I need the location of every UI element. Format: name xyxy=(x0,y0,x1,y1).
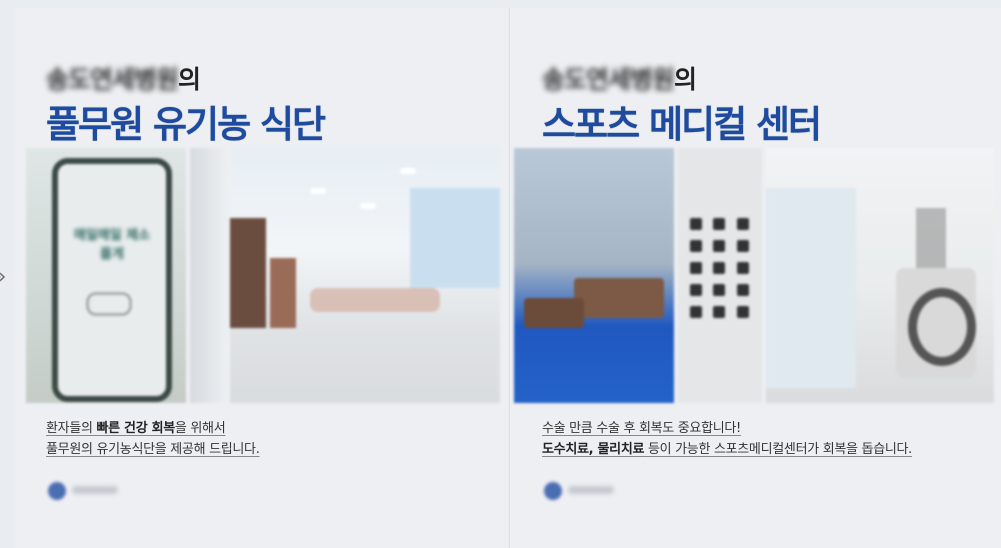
exercise-machine xyxy=(524,298,584,328)
locker-photo xyxy=(678,148,762,403)
shelf xyxy=(230,218,266,328)
ceiling-light xyxy=(360,203,376,209)
phone-photo: 매일매일 제소플게 xyxy=(26,148,186,403)
desc-text: 을 위해서 xyxy=(174,421,226,436)
glass-door xyxy=(766,188,856,388)
desc-bold: 도수치료, 물리치료 xyxy=(542,442,645,457)
subtitle-suffix: 의 xyxy=(674,65,697,94)
hospital-logo-icon xyxy=(544,482,562,500)
prev-arrow-icon[interactable]: » xyxy=(0,266,14,286)
desc-line-2: 도수치료, 물리치료 등이 가능한 스포츠메디컬센터가 회복을 돕습니다. xyxy=(542,439,912,460)
card-sports-medical[interactable]: 송도연세병원의 스포츠 메디컬 센터 수술 만큼 수술 후 회복도 중요합니다!… xyxy=(509,8,1001,548)
therapy-room-photo xyxy=(766,148,994,403)
hospital-name: 송도연세병원 xyxy=(46,65,179,94)
phone-image: 매일매일 제소플게 xyxy=(52,158,172,402)
wall-sign xyxy=(916,208,946,268)
ceiling-light xyxy=(310,188,326,194)
cafeteria-photo xyxy=(190,148,500,403)
card-description: 환자들의 빠른 건강 회복을 위해서 풀무원의 유기농식단을 제공해 드립니다. xyxy=(46,418,260,460)
card-title: 풀무원 유기농 식단 xyxy=(46,103,326,146)
card-description: 수술 만큼 수술 후 회복도 중요합니다! 도수치료, 물리치료 등이 가능한 … xyxy=(542,418,912,460)
phone-text: 매일매일 제소플게 xyxy=(73,228,151,262)
ceiling-light xyxy=(400,168,416,174)
desc-line-2: 풀무원의 유기농식단을 제공해 드립니다. xyxy=(46,442,260,457)
wall xyxy=(190,148,230,403)
locker-grid xyxy=(690,218,750,318)
desc-line-1: 수술 만큼 수술 후 회복도 중요합니다! xyxy=(542,421,741,436)
card-subtitle: 송도연세병원의 xyxy=(46,60,201,96)
hospital-logo-text xyxy=(72,486,118,494)
table xyxy=(310,288,440,312)
shelf xyxy=(270,258,296,328)
therapy-device-ring xyxy=(908,288,976,366)
card-organic-diet[interactable]: 송도연세병원의 풀무원 유기농 식단 매일매일 제소플게 환자들의 빠른 건강 … xyxy=(14,8,508,548)
hospital-logo-text xyxy=(568,486,614,494)
phone-button-shape xyxy=(86,292,132,316)
hospital-name: 송도연세병원 xyxy=(542,65,675,94)
desc-line-1: 환자들의 빠른 건강 회복을 위해서 xyxy=(46,418,260,439)
desc-text: 등이 가능한 스포츠메디컬센터가 회복을 돕습니다. xyxy=(644,442,913,457)
window xyxy=(410,188,500,288)
card-title: 스포츠 메디컬 센터 xyxy=(542,103,822,146)
desc-text: 환자들의 xyxy=(46,421,97,436)
subtitle-suffix: 의 xyxy=(178,65,201,94)
hospital-logo-icon xyxy=(48,482,66,500)
exercise-machine xyxy=(574,278,664,318)
gym-photo xyxy=(514,148,674,403)
desc-bold: 빠른 건강 회복 xyxy=(96,421,175,436)
card-subtitle: 송도연세병원의 xyxy=(542,60,697,96)
